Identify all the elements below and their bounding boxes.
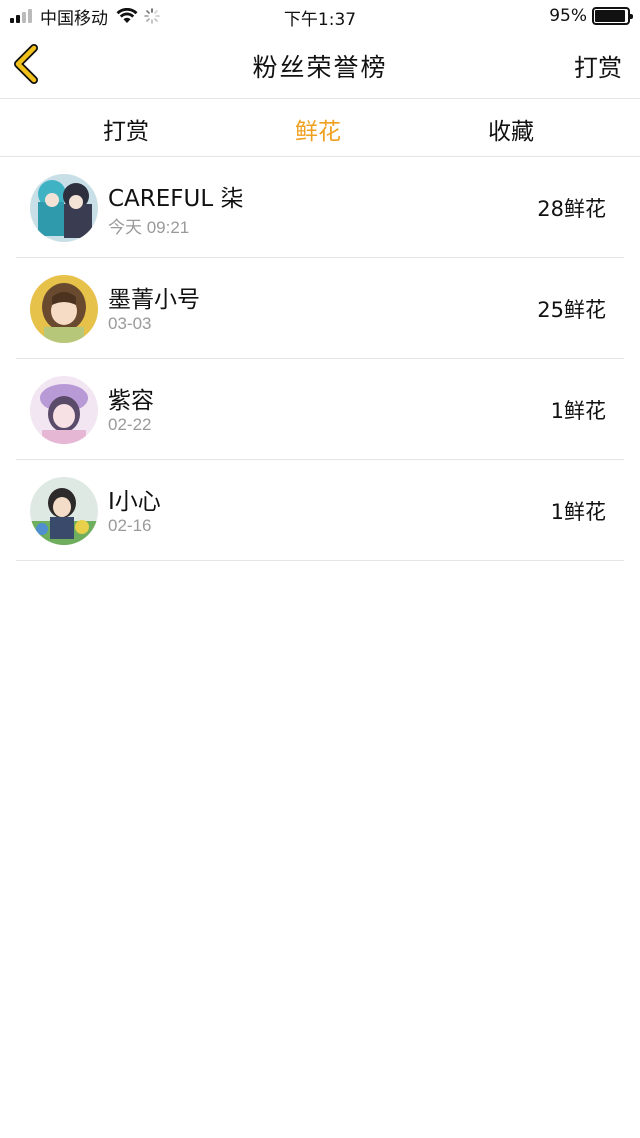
battery-percentage: 95% bbox=[549, 6, 587, 26]
fan-amount: 25鲜花 bbox=[537, 298, 606, 322]
fan-name: 墨菁小号 bbox=[108, 287, 200, 313]
avatar bbox=[30, 275, 98, 343]
tab-favorites[interactable]: 收藏 bbox=[441, 112, 581, 146]
fan-date: 03-03 bbox=[108, 314, 152, 333]
avatar bbox=[30, 376, 98, 444]
battery-icon bbox=[592, 7, 633, 25]
battery-level-fill bbox=[595, 10, 626, 22]
fan-amount: 1鲜花 bbox=[550, 399, 606, 423]
fan-date: 02-22 bbox=[108, 415, 152, 434]
page-title: 粉丝荣誉榜 bbox=[252, 53, 388, 82]
fan-date: 今天 09:21 bbox=[108, 218, 190, 237]
status-time: 下午1:37 bbox=[283, 10, 357, 30]
tab-bar: 打赏 鲜花 收藏 bbox=[0, 100, 640, 157]
tab-flowers[interactable]: 鲜花 bbox=[248, 112, 388, 146]
fan-name: I小心 bbox=[108, 489, 161, 515]
fan-amount: 28鲜花 bbox=[537, 197, 606, 221]
fan-name: CAREFUL 柒 bbox=[108, 186, 244, 212]
battery-cap bbox=[630, 14, 633, 19]
reward-button[interactable]: 打赏 bbox=[574, 48, 622, 83]
avatar bbox=[30, 174, 98, 242]
avatar bbox=[30, 477, 98, 545]
status-bar: 中国移动 下午1:37 95% bbox=[0, 0, 640, 32]
list-item[interactable]: I小心 02-16 1鲜花 bbox=[16, 460, 624, 561]
list-item[interactable]: 墨菁小号 03-03 25鲜花 bbox=[16, 258, 624, 359]
fan-date: 02-16 bbox=[108, 516, 152, 535]
list-item[interactable]: 紫容 02-22 1鲜花 bbox=[16, 359, 624, 460]
fan-amount: 1鲜花 bbox=[550, 500, 606, 524]
fan-list: CAREFUL 柒 今天 09:21 28鲜花 墨菁小号 03-03 25鲜花 bbox=[16, 157, 624, 561]
status-right: 95% bbox=[549, 5, 633, 27]
fan-name: 紫容 bbox=[108, 388, 154, 414]
list-item[interactable]: CAREFUL 柒 今天 09:21 28鲜花 bbox=[16, 157, 624, 258]
tab-reward[interactable]: 打赏 bbox=[56, 112, 196, 146]
navigation-bar: 粉丝荣誉榜 打赏 bbox=[0, 32, 640, 99]
